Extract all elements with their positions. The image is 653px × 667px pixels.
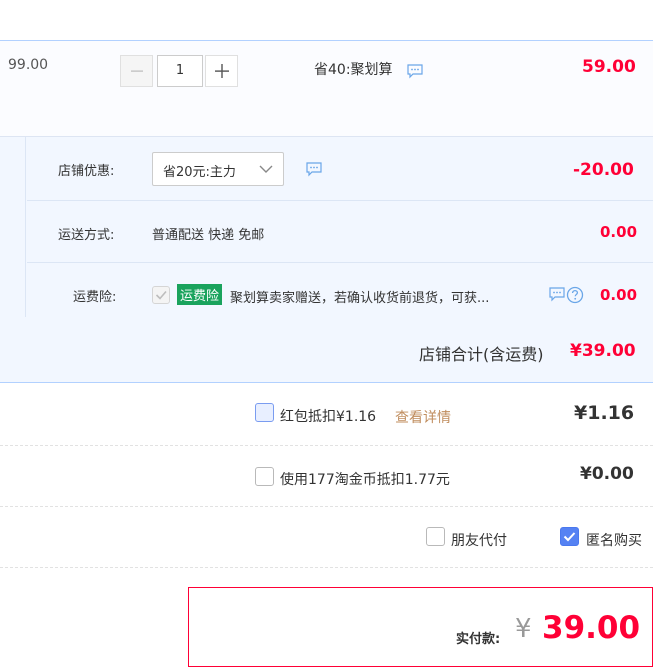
coins-checkbox[interactable] (255, 467, 274, 486)
top-spacer (0, 0, 653, 40)
divider (0, 506, 653, 507)
insurance-tag: 运费险 (177, 284, 223, 305)
friend-pay-label: 朋友代付 (451, 533, 507, 549)
insurance-checkbox[interactable] (152, 286, 170, 304)
shop-total-row: 店铺合计(含运费) ¥39.00 (0, 317, 653, 383)
payment-label: 实付款: (456, 632, 501, 647)
shop-discount-selected: 省20元:主力 (163, 165, 236, 180)
payment-amount: 39.00 (542, 610, 641, 646)
message-icon[interactable] (548, 286, 566, 302)
shipping-value: 普通配送 快递 免邮 (152, 228, 265, 243)
payment-currency: ¥ (515, 614, 532, 644)
divider (0, 567, 653, 568)
redpacket-label: 红包抵扣¥1.16 (280, 409, 377, 425)
shop-discount-amount: -20.00 (573, 160, 634, 180)
shop-discount-label: 店铺优惠: (58, 164, 115, 179)
shop-discount-select[interactable]: 省20元:主力 (152, 152, 284, 186)
anonymous-label: 匿名购买 (586, 533, 642, 549)
message-icon[interactable] (406, 63, 424, 79)
insurance-description: 聚划算卖家赠送，若确认收货前退货，可获... (230, 291, 490, 306)
redpacket-details-link[interactable]: 查看详情 (395, 407, 451, 427)
quantity-input[interactable]: 1 (157, 55, 203, 87)
insurance-amount: 0.00 (600, 286, 638, 304)
anonymous-checkbox[interactable] (560, 527, 579, 546)
unit-price: 99.00 (8, 57, 49, 73)
friend-pay-checkbox[interactable] (426, 527, 445, 546)
shop-total-label: 店铺合计(含运费) (419, 345, 544, 364)
redpacket-amount: ¥1.16 (574, 402, 635, 424)
coins-label: 使用177淘金币抵扣1.77元 (280, 472, 450, 488)
plus-icon (214, 64, 229, 78)
shipping-label: 运送方式: (58, 228, 115, 243)
quantity-increase-button[interactable] (205, 55, 238, 87)
chevron-down-icon (259, 165, 273, 173)
shop-total-amount: ¥39.00 (570, 341, 636, 361)
coins-amount: ¥0.00 (580, 464, 634, 484)
shipping-amount: 0.00 (600, 223, 638, 241)
divider (27, 200, 653, 201)
divider (27, 262, 653, 263)
help-icon[interactable] (566, 286, 584, 304)
product-row: 99.00 1 省40:聚划算 59.00 (0, 40, 653, 137)
message-icon[interactable] (305, 161, 323, 177)
redpacket-checkbox[interactable] (255, 403, 274, 422)
check-icon (155, 290, 167, 300)
promo-text: 省40:聚划算 (314, 62, 393, 78)
check-icon (563, 532, 576, 542)
quantity-decrease-button[interactable] (120, 55, 153, 87)
payment-summary-box: 实付款: ¥ 39.00 (188, 587, 653, 667)
minus-icon (130, 70, 143, 72)
shop-left-divider (0, 137, 26, 317)
product-subtotal: 59.00 (582, 57, 636, 77)
divider (0, 445, 653, 446)
insurance-label: 运费险: (73, 290, 117, 305)
